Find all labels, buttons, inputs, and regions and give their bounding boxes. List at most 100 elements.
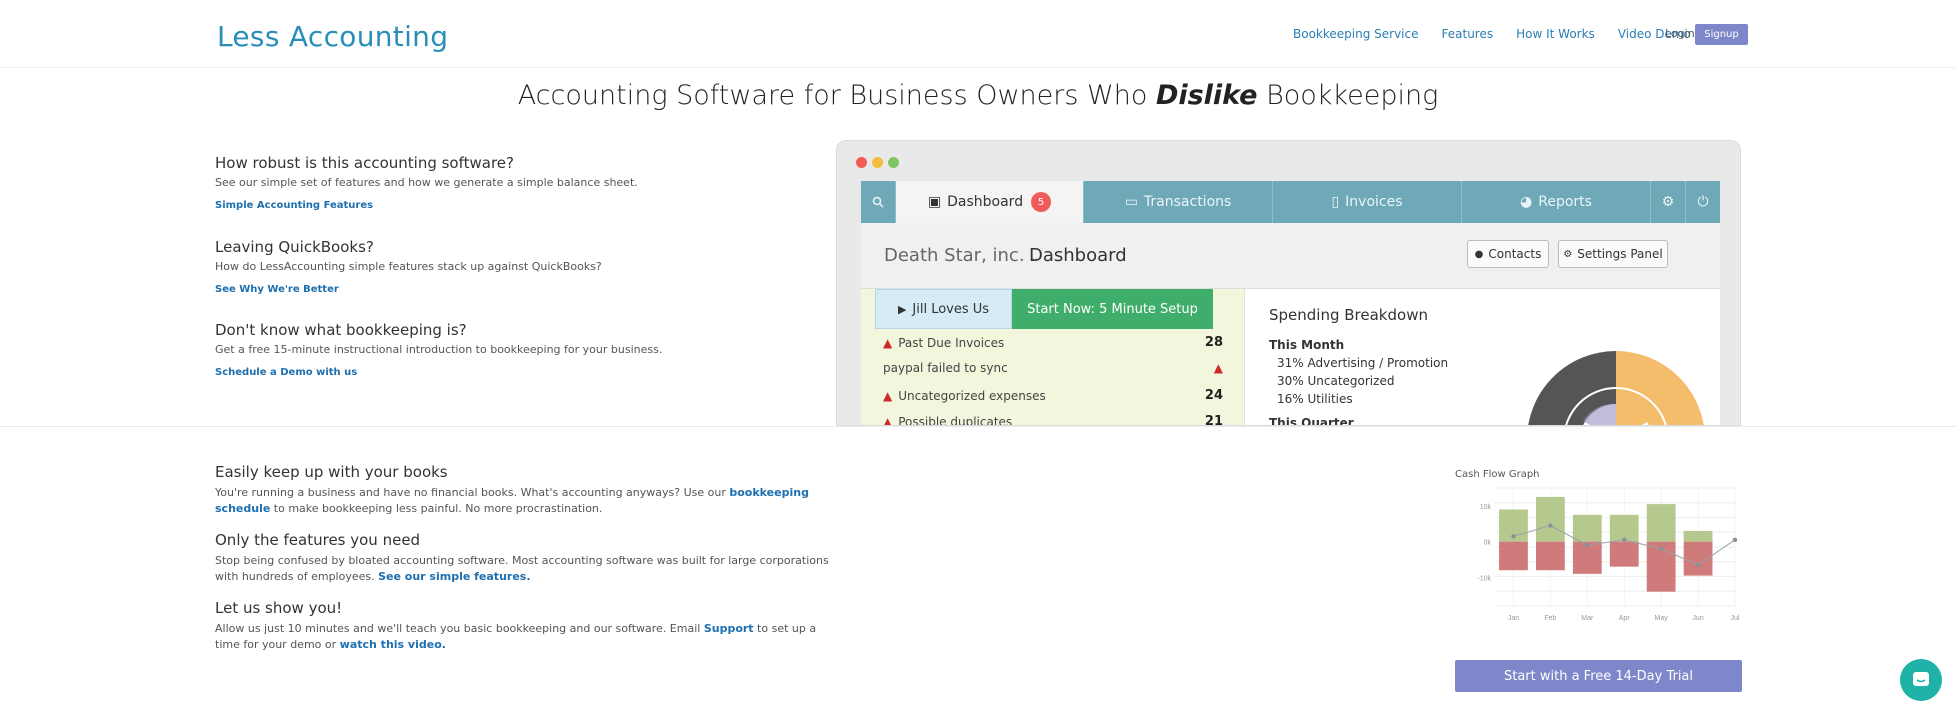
cash-flow-title: Cash Flow Graph [1455,469,1540,480]
feature-text: You're running a business and have no fi… [215,485,835,517]
feature-text: Stop being confused by bloated accountin… [215,553,835,585]
faq-link-simple-features[interactable]: Simple Accounting Features [215,200,373,211]
faq-item: Leaving QuickBooks? How do LessAccountin… [215,238,815,296]
free-trial-button[interactable]: Start with a Free 14-Day Trial [1455,660,1742,692]
cogs-icon: ⚙ [1563,248,1573,260]
company-selector: Death Star, inc. ⌄ [884,245,1040,266]
simple-features-link[interactable]: See our simple features. [378,570,530,583]
alert-count: 28 [1204,335,1223,350]
user-icon: ● [1474,248,1484,260]
app-tab-dashboard: ▣ Dashboard 5 [896,181,1084,223]
top-navigation-bar: Less Accounting Bookkeeping Service Feat… [0,0,1956,68]
x-tick-label: Mar [1581,615,1594,622]
tab-label: Transactions [1143,194,1232,210]
power-icon: ⏻ [1697,194,1709,210]
alert-label: Possible duplicates [898,414,1013,426]
net-cash-point [1585,543,1590,548]
alert-row: ▲ Uncategorized expenses 24 [883,388,1223,403]
button-label: Contacts [1488,247,1542,261]
app-tab-invoices: ▯ Invoices [1273,181,1462,223]
watch-video-link[interactable]: watch this video. [340,638,446,651]
cash-flow-bar [1609,541,1639,567]
faq-text: How do LessAccounting simple features st… [215,260,602,273]
minimize-dot-icon [872,157,883,168]
app-page-title: Dashboard [1029,245,1127,266]
faq-title: Don't know what bookkeeping is? [215,321,467,339]
app-tab-reports: ◕ Reports [1462,181,1651,223]
y-tick-label: 10k [1480,504,1492,511]
alert-row: paypal failed to sync ▲ [883,361,1223,375]
faq-text: See our simple set of features and how w… [215,176,638,189]
faq-title: Leaving QuickBooks? [215,238,374,256]
alert-count: 24 [1204,388,1223,403]
play-icon: ▶ [897,302,907,316]
app-window: ▣ Dashboard 5 ▭ Transactions ▯ Invoices … [861,181,1720,426]
feature-title: Only the features you need [215,531,421,549]
faq-link-schedule-demo[interactable]: Schedule a Demo with us [215,367,357,378]
app-tab-bar: ▣ Dashboard 5 ▭ Transactions ▯ Invoices … [861,181,1720,223]
nav-features[interactable]: Features [1442,27,1494,41]
alert-label: paypal failed to sync [883,361,1008,375]
net-cash-point [1548,523,1553,528]
cash-flow-bar [1572,514,1602,542]
spending-item: 30% Uncategorized [1277,374,1395,388]
feature-text-part: Allow us just 10 minutes and we'll teach… [215,622,704,635]
section-divider [0,426,1956,427]
alert-row: ▲ Past Due Invoices 28 [883,335,1223,350]
button-label: Settings Panel [1577,247,1663,261]
cash-flow-bar [1499,541,1528,571]
x-tick-label: May [1655,615,1669,622]
this-month-label: This Month [1269,338,1345,352]
alert-label: Uncategorized expenses [898,388,1046,403]
cash-flow-bar [1535,496,1565,542]
net-cash-point [1622,537,1627,543]
faq-text: Get a free 15-minute instructional intro… [215,343,663,356]
login-link[interactable]: Login [1665,27,1695,40]
faq-item: Don't know what bookkeeping is? Get a fr… [215,321,815,379]
faq-title: How robust is this accounting software? [215,154,514,172]
feature-text-part: You're running a business and have no fi… [215,486,730,499]
cash-flow-chart: 10k 0k -10k Jan Feb Mar Apr May Jun Jul [1477,487,1740,622]
nav-how-it-works[interactable]: How It Works [1516,27,1595,41]
feature-text-part: to make bookkeeping less painful. No mor… [270,502,603,515]
signup-button[interactable]: Signup [1695,24,1748,45]
x-tick-label: Jan [1508,615,1519,622]
feature-block: Easily keep up with your books You're ru… [215,463,835,517]
feature-title: Let us show you! [215,599,343,617]
nav-bookkeeping-service[interactable]: Bookkeeping Service [1293,27,1419,41]
net-cash-point [1511,534,1516,539]
close-dot-icon [856,157,867,168]
warning-icon: ▲ [883,414,893,426]
document-icon: ▯ [1331,194,1340,210]
play-video-button: ▶ Jill Loves Us [875,289,1012,329]
alert-label: Past Due Invoices [898,335,1005,350]
notification-badge: 5 [1031,192,1052,212]
chat-icon [1913,672,1929,686]
feature-text: Allow us just 10 minutes and we'll teach… [215,621,835,653]
spending-item: 16% Utilities [1277,392,1353,406]
app-tab-transactions: ▭ Transactions [1084,181,1273,223]
spending-breakdown-title: Spending Breakdown [1269,306,1428,324]
alert-count: 21 [1204,414,1223,426]
cash-flow-bar [1683,530,1713,542]
y-tick-label: 0k [1484,540,1492,547]
money-icon: ▭ [1124,194,1138,210]
app-subheader: Death Star, inc. ⌄ Dashboard ● Contacts ⚙… [861,223,1720,289]
faq-link-why-better[interactable]: See Why We're Better [215,284,339,295]
chat-widget-button[interactable] [1900,659,1942,701]
button-label: Jill Loves Us [912,301,990,317]
tab-label: Reports [1538,194,1592,210]
briefcase-icon: ▣ [927,194,942,210]
gear-icon: ⚙ [1651,181,1686,223]
settings-panel-button: ⚙ Settings Panel [1558,240,1668,268]
y-tick-label: -10k [1477,575,1491,582]
less-accounting-logo[interactable]: Less Accounting [217,20,448,53]
feature-block: Let us show you! Allow us just 10 minute… [215,599,835,653]
cash-flow-bar [1646,504,1676,542]
pie-chart-icon: ◕ [1520,194,1533,210]
x-tick-label: Jul [1731,615,1740,622]
support-link[interactable]: Support [704,622,754,635]
this-quarter-label: This Quarter [1269,416,1354,426]
feature-title: Easily keep up with your books [215,463,448,481]
net-cash-point [1695,562,1701,568]
